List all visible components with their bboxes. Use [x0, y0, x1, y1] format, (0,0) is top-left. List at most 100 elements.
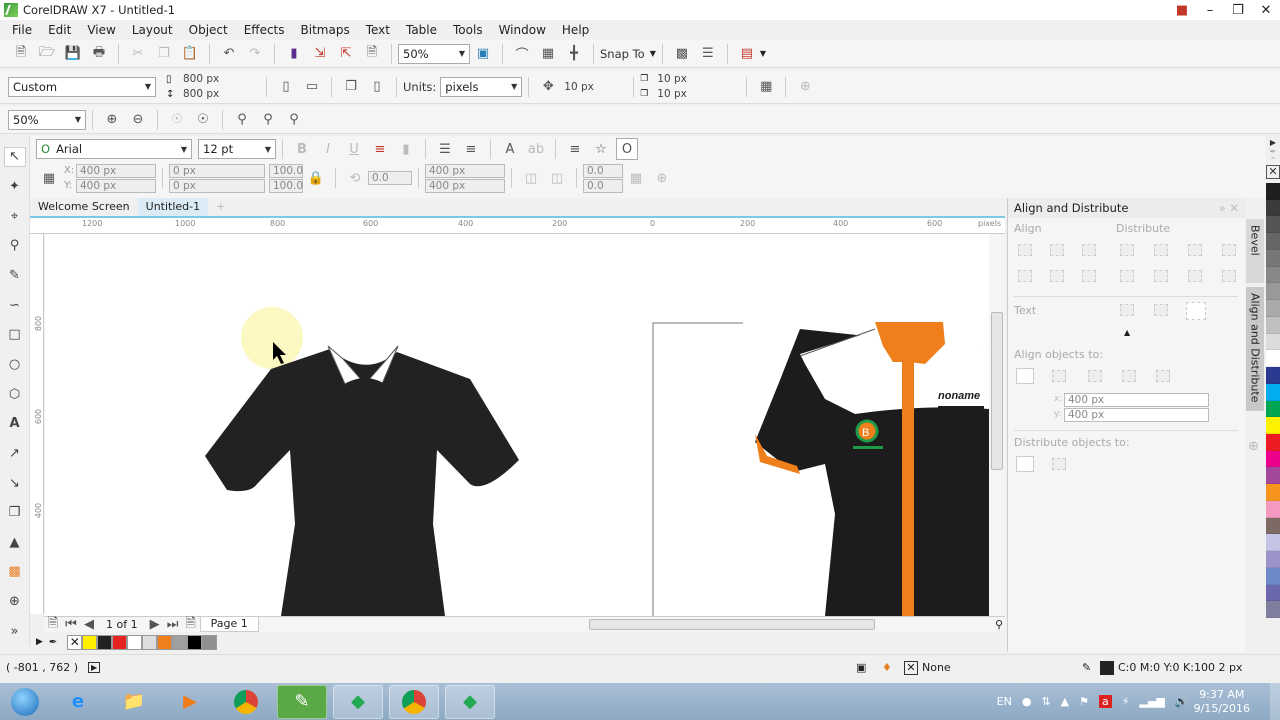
zoom-tool-icon[interactable]: ⚲	[4, 236, 26, 256]
taskbar-internet-explorer[interactable]: e	[53, 685, 103, 719]
align-x-field[interactable]: 400 px	[1064, 393, 1209, 407]
show-hidden-icons[interactable]: ▲	[1061, 695, 1069, 708]
volume-icon[interactable]: 🔊	[1175, 695, 1189, 708]
portrait-icon[interactable]: ▯	[275, 76, 297, 98]
align-y-field[interactable]: 400 px	[1064, 408, 1209, 422]
document-palette-swatch[interactable]	[202, 634, 218, 650]
object-x-field[interactable]: 400 px	[76, 163, 156, 178]
font-size-dropdown[interactable]: 12 pt ▼	[198, 139, 276, 159]
artistic-media-tool-icon[interactable]: ∽	[4, 295, 26, 315]
signal-icon[interactable]: ▂▄▆	[1140, 695, 1165, 708]
duplicate-y-field[interactable]: 10 px	[654, 87, 740, 101]
open-icon[interactable]: 🗁	[36, 43, 58, 65]
tab-align-and-distribute[interactable]: Align and Distribute	[1246, 287, 1264, 411]
text-first-line-baseline-icon[interactable]	[1120, 304, 1134, 316]
palette-flyout-icon[interactable]: ▶	[1270, 138, 1276, 147]
mirror-horizontal-icon[interactable]: ◫	[520, 167, 542, 189]
freehand-tool-icon[interactable]: ✎	[4, 266, 26, 286]
palette-swatch[interactable]	[1266, 567, 1280, 585]
bullet-list-icon[interactable]: ☰	[434, 138, 456, 160]
cut-icon[interactable]: ✂	[127, 43, 149, 65]
expand-toolbox-icon[interactable]: »	[4, 621, 26, 641]
document-palette-swatch[interactable]	[127, 634, 143, 650]
ellipse-tool-icon[interactable]: ○	[4, 355, 26, 375]
no-color-swatch[interactable]: ✕	[1266, 165, 1280, 179]
show-rulers-icon[interactable]: ⌒	[511, 43, 533, 65]
snap-to-dropdown-icon[interactable]: ▼	[650, 49, 656, 58]
text-alignment-icon[interactable]: ≡	[369, 138, 391, 160]
document-palette-swatch[interactable]	[172, 634, 188, 650]
add-tool-icon[interactable]: ⊕	[4, 592, 26, 612]
document-palette-swatch[interactable]	[142, 634, 158, 650]
publish-pdf-icon[interactable]: 🗎	[361, 43, 383, 65]
palette-swatch[interactable]	[1266, 434, 1280, 451]
outline-pen-icon[interactable]: ✎	[1082, 661, 1091, 674]
add-page-after-icon[interactable]: 🗎	[184, 614, 198, 636]
text-last-line-baseline-icon[interactable]	[1154, 304, 1168, 316]
show-grid-icon[interactable]: ▦	[537, 43, 559, 65]
distribute-spacing-v-icon[interactable]	[1222, 270, 1236, 282]
distribute-to-page-icon[interactable]	[1052, 458, 1066, 470]
prev-page-icon[interactable]: ◀	[82, 614, 96, 636]
no-fill-swatch[interactable]: ✕	[904, 660, 918, 675]
zoom-page-width-icon[interactable]: ⚲	[257, 109, 279, 131]
copy-icon[interactable]: ❐	[153, 43, 175, 65]
tray-app-icon[interactable]: ●	[1022, 695, 1032, 708]
align-to-page-edge-icon[interactable]	[1052, 370, 1066, 382]
align-center-h-icon[interactable]	[1050, 244, 1064, 256]
drop-cap-icon[interactable]: ≡	[460, 138, 482, 160]
menu-window[interactable]: Window	[491, 23, 554, 37]
user-icon[interactable]: ■	[1168, 0, 1196, 20]
action-center-icon[interactable]: ⚑	[1079, 695, 1089, 708]
dimension-tool-icon[interactable]: ↗	[4, 444, 26, 464]
close-button[interactable]: ✕	[1252, 0, 1280, 20]
horizontal-text-icon[interactable]: ≡	[564, 138, 586, 160]
shape-tool-icon[interactable]: ✦	[4, 177, 26, 197]
menu-edit[interactable]: Edit	[40, 23, 79, 37]
paste-icon[interactable]: 📋	[179, 43, 201, 65]
palette-swatch[interactable]	[1266, 500, 1280, 518]
object-height-field[interactable]: 0 px	[169, 178, 265, 193]
distribute-bottom-icon[interactable]	[1188, 270, 1202, 282]
align-center-v-icon[interactable]	[1050, 270, 1064, 282]
menu-table[interactable]: Table	[398, 23, 445, 37]
zoom-page-icon[interactable]: ⚲	[231, 109, 253, 131]
text-frame-icon[interactable]: ▮	[395, 138, 417, 160]
taskbar-corel-app-2[interactable]: ◆	[445, 684, 495, 719]
all-pages-icon[interactable]: ❐	[340, 76, 362, 98]
palette-swatch[interactable]	[1266, 300, 1280, 317]
nudge-distance-field[interactable]: 10 px	[561, 80, 627, 94]
palette-swatch[interactable]	[1266, 333, 1280, 351]
taskbar-corel-app[interactable]: ◆	[333, 684, 383, 719]
page-width-field[interactable]: 800 px	[180, 72, 260, 86]
scale-x-field[interactable]: 100.0	[269, 163, 303, 178]
object-origin-icon[interactable]: ▦	[38, 167, 60, 189]
page-tab-page-1[interactable]: Page 1	[199, 617, 259, 632]
palette-swatch[interactable]	[1266, 584, 1280, 602]
zoom-out-icon[interactable]: ⊖	[127, 109, 149, 131]
palette-swatch[interactable]	[1266, 350, 1280, 368]
print-icon[interactable]: 🖶	[88, 43, 110, 65]
align-bottom-icon[interactable]	[1082, 270, 1096, 282]
object-width-field[interactable]: 0 px	[169, 163, 265, 178]
distribute-to-selection-icon[interactable]	[1016, 456, 1034, 472]
palette-swatch[interactable]	[1266, 249, 1280, 267]
italic-icon[interactable]: I	[317, 138, 339, 160]
collapse-section-icon[interactable]: ▲	[1124, 328, 1130, 337]
palette-eyedropper-icon[interactable]: ✒	[1270, 147, 1277, 156]
import-icon[interactable]: ⇲	[309, 43, 331, 65]
page-height-field[interactable]: 800 px	[180, 87, 260, 101]
tab-welcome-screen[interactable]: Welcome Screen	[30, 198, 138, 216]
docker-controls[interactable]: » ✕	[1219, 201, 1239, 215]
palette-swatch[interactable]	[1266, 517, 1280, 535]
launcher-dropdown-icon[interactable]: ▼	[760, 49, 766, 58]
next-page-icon[interactable]: ▶	[148, 614, 162, 636]
horizontal-scroll-thumb[interactable]	[589, 619, 875, 630]
taskbar-coreldraw[interactable]: ✎	[277, 684, 327, 719]
lock-ratio-icon[interactable]: 🔒	[305, 167, 327, 189]
rotation-angle-field[interactable]: 0.0	[368, 171, 412, 185]
show-guidelines-icon[interactable]: ╋	[563, 43, 585, 65]
drop-shadow-tool-icon[interactable]: ❐	[4, 503, 26, 523]
first-page-icon[interactable]: ⏮	[64, 614, 78, 636]
bold-icon[interactable]: B	[291, 138, 313, 160]
